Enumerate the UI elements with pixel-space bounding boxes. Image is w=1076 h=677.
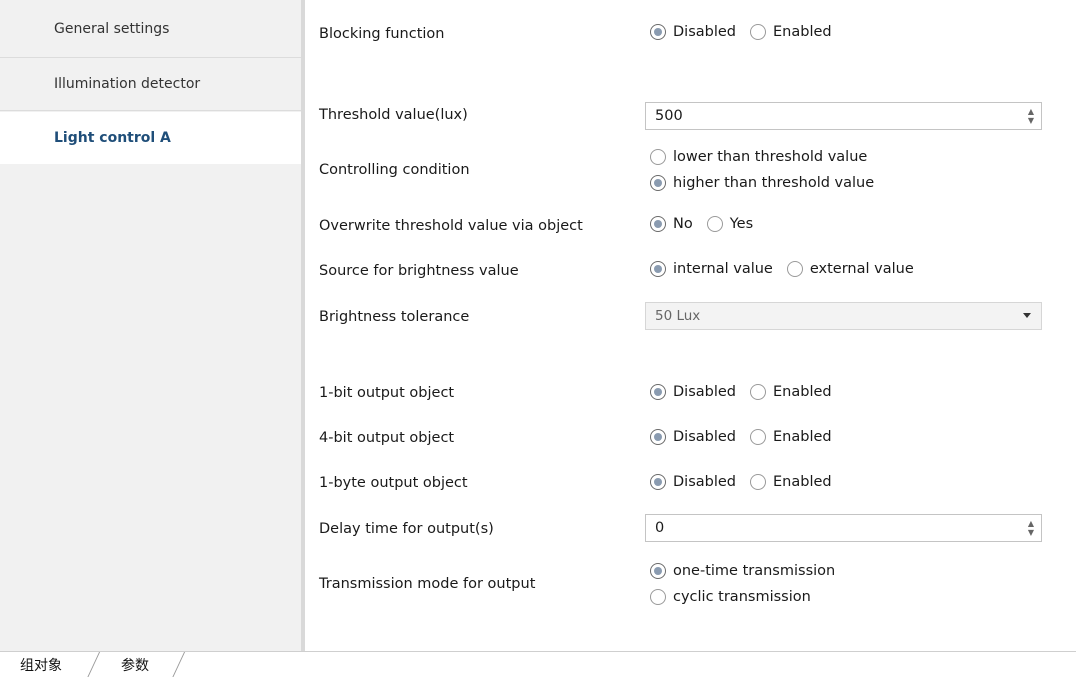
option-label: Yes xyxy=(729,216,754,232)
tab-label: 组对象 xyxy=(20,658,62,674)
output-1bit-enabled-option[interactable]: Enabled xyxy=(750,384,832,400)
radio-unchecked-icon[interactable] xyxy=(706,216,723,232)
option-label: higher than threshold value xyxy=(673,175,875,191)
tab-label: 参数 xyxy=(121,658,149,674)
output-1bit-label: 1-bit output object xyxy=(319,385,455,401)
option-label: Disabled xyxy=(673,474,736,490)
radio-unchecked-icon[interactable] xyxy=(750,429,766,445)
output-4bit-enabled-option[interactable]: Enabled xyxy=(750,429,832,445)
radio-checked-icon[interactable] xyxy=(650,474,666,490)
sidebar-item-label: Illumination detector xyxy=(54,76,201,92)
tab-separator xyxy=(171,652,186,677)
parameter-window: General settings Illumination detector L… xyxy=(0,0,1076,677)
spin-down-icon[interactable]: ▼ xyxy=(1028,116,1034,125)
sidebar: General settings Illumination detector L… xyxy=(0,0,303,651)
option-label: No xyxy=(673,216,693,232)
spin-arrows[interactable]: ▲ ▼ xyxy=(1028,519,1034,537)
radio-checked-icon[interactable] xyxy=(650,384,666,400)
brightness-tolerance-label: Brightness tolerance xyxy=(319,309,470,325)
delay-time-spinbox[interactable]: 0 ▲ ▼ xyxy=(645,514,1042,542)
radio-checked-icon[interactable] xyxy=(650,429,666,445)
transmission-mode-radio-group: one-time transmission cyclic transmissio… xyxy=(650,561,835,613)
sidebar-item-general-settings[interactable]: General settings xyxy=(0,0,301,58)
overwrite-yes-option[interactable]: Yes xyxy=(706,216,754,232)
option-label: Enabled xyxy=(773,429,832,445)
radio-unchecked-icon[interactable] xyxy=(750,384,766,400)
tab-group-objects[interactable]: 组对象 xyxy=(6,652,76,677)
blocking-disabled-option[interactable]: Disabled xyxy=(650,24,736,40)
spin-down-icon[interactable]: ▼ xyxy=(1028,528,1034,537)
radio-checked-icon[interactable] xyxy=(650,24,666,40)
option-label: one-time transmission xyxy=(673,563,836,579)
sidebar-item-label: General settings xyxy=(54,20,170,37)
output-4bit-disabled-option[interactable]: Disabled xyxy=(650,429,736,445)
output-1byte-label: 1-byte output object xyxy=(319,475,468,491)
option-label: Disabled xyxy=(673,24,736,40)
output-1bit-radio-group: Disabled Enabled xyxy=(650,384,846,400)
radio-unchecked-icon[interactable] xyxy=(650,149,666,165)
radio-checked-icon[interactable] xyxy=(650,175,666,191)
spin-up-icon[interactable]: ▲ xyxy=(1028,519,1034,528)
tab-parameters[interactable]: 参数 xyxy=(100,652,170,677)
option-label: external value xyxy=(809,261,914,277)
transmission-one-time-option[interactable]: one-time transmission xyxy=(650,561,835,581)
sidebar-item-illumination-detector[interactable]: Illumination detector xyxy=(0,58,301,111)
blocking-enabled-option[interactable]: Enabled xyxy=(750,24,832,40)
blocking-function-label: Blocking function xyxy=(319,26,445,42)
output-1byte-enabled-option[interactable]: Enabled xyxy=(750,474,832,490)
threshold-value-spinbox[interactable]: 500 ▲ ▼ xyxy=(645,102,1042,130)
radio-unchecked-icon[interactable] xyxy=(750,24,766,40)
condition-higher-option[interactable]: higher than threshold value xyxy=(650,173,874,193)
brightness-source-label: Source for brightness value xyxy=(319,263,519,279)
controlling-condition-radio-group: lower than threshold value higher than t… xyxy=(650,147,874,199)
option-label: Disabled xyxy=(673,429,736,445)
delay-time-value: 0 xyxy=(655,520,665,536)
brightness-source-radio-group: internal value external value xyxy=(650,261,928,277)
brightness-tolerance-value: 50 Lux xyxy=(655,308,701,324)
chevron-down-icon[interactable] xyxy=(1023,313,1031,318)
output-4bit-radio-group: Disabled Enabled xyxy=(650,429,846,445)
option-label: Enabled xyxy=(773,474,832,490)
output-4bit-label: 4-bit output object xyxy=(319,430,455,446)
option-label: cyclic transmission xyxy=(673,589,811,605)
overwrite-threshold-label: Overwrite threshold value via object xyxy=(319,218,583,234)
tab-separator xyxy=(86,652,101,677)
condition-lower-option[interactable]: lower than threshold value xyxy=(650,147,874,167)
sidebar-item-light-control-a[interactable]: Light control A xyxy=(0,112,303,164)
radio-checked-icon[interactable] xyxy=(650,563,666,579)
radio-unchecked-icon[interactable] xyxy=(650,589,666,605)
spin-up-icon[interactable]: ▲ xyxy=(1028,107,1034,116)
source-internal-option[interactable]: internal value xyxy=(650,261,773,277)
controlling-condition-label: Controlling condition xyxy=(319,162,470,178)
transmission-mode-label: Transmission mode for output xyxy=(319,576,536,592)
transmission-cyclic-option[interactable]: cyclic transmission xyxy=(650,587,835,607)
output-1byte-disabled-option[interactable]: Disabled xyxy=(650,474,736,490)
output-1byte-radio-group: Disabled Enabled xyxy=(650,474,846,490)
blocking-function-radio-group: Disabled Enabled xyxy=(650,24,846,40)
bottom-tab-bar: 组对象 参数 xyxy=(0,651,1076,677)
threshold-value-text: 500 xyxy=(655,108,683,124)
source-external-option[interactable]: external value xyxy=(786,261,914,277)
threshold-value-label: Threshold value(lux) xyxy=(319,107,468,123)
radio-checked-icon[interactable] xyxy=(650,261,666,277)
spin-arrows[interactable]: ▲ ▼ xyxy=(1028,107,1034,125)
radio-checked-icon[interactable] xyxy=(650,216,666,232)
option-label: lower than threshold value xyxy=(673,149,868,165)
sidebar-divider[interactable] xyxy=(301,0,305,651)
radio-unchecked-icon[interactable] xyxy=(750,474,766,490)
option-label: Enabled xyxy=(773,24,832,40)
overwrite-threshold-radio-group: No Yes xyxy=(650,216,767,232)
option-label: Enabled xyxy=(773,384,832,400)
radio-unchecked-icon[interactable] xyxy=(786,261,803,277)
overwrite-no-option[interactable]: No xyxy=(650,216,693,232)
delay-time-label: Delay time for output(s) xyxy=(319,521,494,537)
brightness-tolerance-select[interactable]: 50 Lux xyxy=(645,302,1042,330)
option-label: Disabled xyxy=(673,384,736,400)
option-label: internal value xyxy=(673,261,773,277)
output-1bit-disabled-option[interactable]: Disabled xyxy=(650,384,736,400)
sidebar-item-label: Light control A xyxy=(54,130,171,146)
